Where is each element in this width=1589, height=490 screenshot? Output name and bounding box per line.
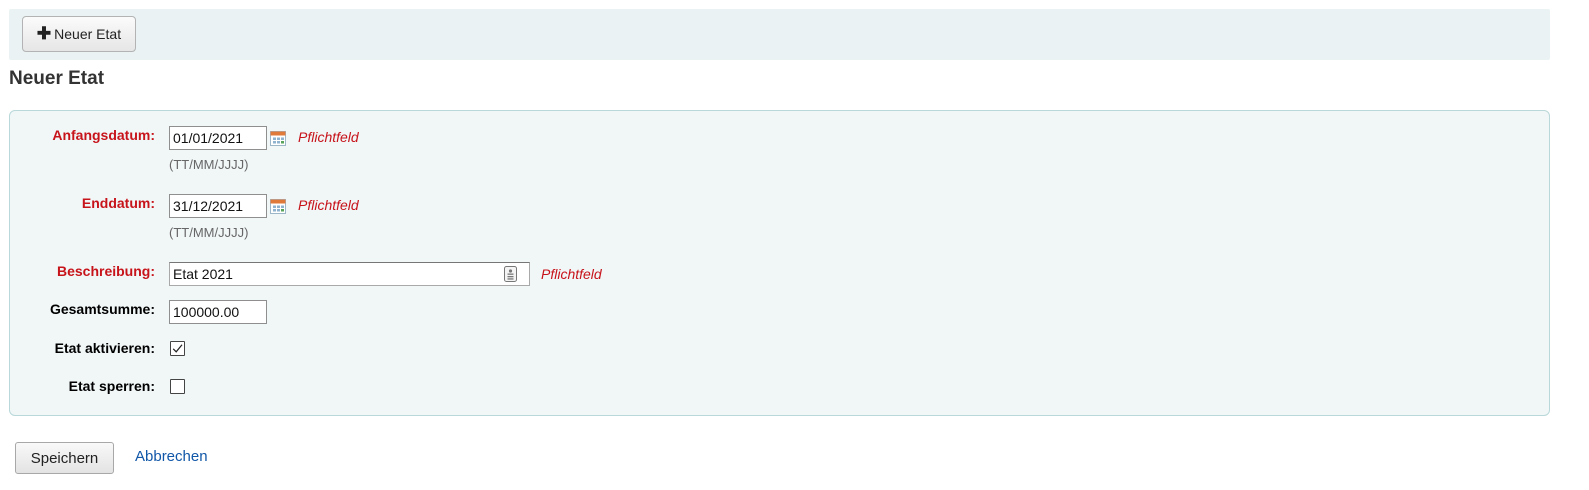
activate-budget-checkbox[interactable] xyxy=(170,341,185,356)
cancel-link[interactable]: Abbrechen xyxy=(135,448,208,465)
checkmark-icon xyxy=(172,344,183,353)
toolbar: ✚ Neuer Etat xyxy=(9,9,1550,60)
calendar-icon[interactable] xyxy=(270,198,286,214)
end-date-label: Enddatum: xyxy=(81,195,155,211)
total-amount-input[interactable] xyxy=(169,300,267,324)
start-date-label: Anfangsdatum: xyxy=(52,127,155,143)
page-title: Neuer Etat xyxy=(9,68,105,89)
start-date-required: Pflichtfeld xyxy=(298,129,359,145)
description-label: Beschreibung: xyxy=(56,263,155,279)
start-date-format-hint: (TT/MM/JJJJ) xyxy=(169,157,249,172)
activate-budget-label: Etat aktivieren: xyxy=(54,340,155,356)
calendar-icon[interactable] xyxy=(270,130,286,146)
save-button[interactable]: Speichern xyxy=(15,442,114,474)
budget-form: Anfangsdatum: Pflichtfeld (TT/MM/JJJJ) E… xyxy=(9,110,1550,416)
start-date-input[interactable] xyxy=(169,126,267,150)
autofill-icon[interactable] xyxy=(504,266,517,282)
plus-icon: ✚ xyxy=(36,23,52,43)
new-budget-button-label: Neuer Etat xyxy=(54,26,122,42)
end-date-format-hint: (TT/MM/JJJJ) xyxy=(169,225,249,240)
end-date-required: Pflichtfeld xyxy=(298,197,359,213)
new-budget-button[interactable]: ✚ Neuer Etat xyxy=(22,16,136,52)
end-date-input[interactable] xyxy=(169,194,267,218)
lock-budget-label: Etat sperren: xyxy=(68,378,155,394)
description-input[interactable] xyxy=(169,262,530,286)
lock-budget-checkbox[interactable] xyxy=(170,379,185,394)
description-required: Pflichtfeld xyxy=(541,266,602,282)
total-amount-label: Gesamtsumme: xyxy=(49,301,155,317)
